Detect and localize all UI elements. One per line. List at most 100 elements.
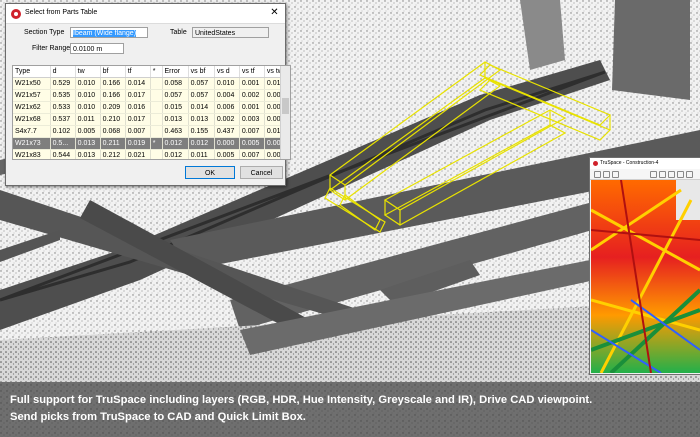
truspace-ir-view[interactable] [591,180,700,373]
close-icon[interactable]: ✕ [268,7,281,19]
cancel-button[interactable]: Cancel [240,166,283,179]
table-cell: 0.004 [214,89,240,102]
table-cell: 0.057 [162,89,189,102]
table-cell: 0.017 [125,89,151,102]
column-header[interactable]: * [150,66,163,78]
table-cell: 0.068 [100,125,126,138]
table-cell: 0.010 [214,77,240,90]
table-cell: 0.057 [188,89,215,102]
column-header[interactable]: vs tf [239,66,265,78]
table-cell: 0.535 [50,89,76,102]
table-cell: 0.001 [239,77,265,90]
table-cell: 0.012 [162,149,189,159]
table-cell: 0.463 [162,125,189,138]
table-cell [150,125,163,138]
table-cell: 0.058 [162,77,189,90]
table-cell: 0.000 [214,137,240,150]
table-label: Table [170,29,187,36]
table-cell: W21x83 [13,149,51,159]
column-header[interactable]: tf [125,66,151,78]
table-cell: 0.005 [75,125,101,138]
scrollbar-thumb[interactable] [282,98,289,114]
table-cell: W21x62 [13,101,51,114]
parts-table[interactable]: Type d tw bf tf * Error vs bf vs d vs tf vs tw W21… [12,65,291,160]
column-header[interactable]: bf [100,66,126,78]
table-cell: 0.014 [188,101,215,114]
table-scrollbar[interactable] [280,66,290,159]
filter-range-label: Filter Range [32,45,71,52]
toolbar-tool-icon[interactable] [686,171,693,178]
truspace-titlebar: TruSpace - Construction-4 [590,158,700,169]
table-cell: 0.5... [50,137,76,150]
table-cell: 0.021 [125,149,151,159]
table-cell: 0.016 [125,101,151,114]
table-row[interactable]: S4x7.7 0.102 0.005 0.068 0.007 0.463 0.155 0.43… [13,125,290,138]
toolbar-tool-icon[interactable] [603,171,610,178]
column-header[interactable]: Type [13,66,51,78]
dialog-title: Select from Parts Table [25,9,98,16]
toolbar-tool-icon[interactable] [650,171,657,178]
app-logo-icon [11,9,21,19]
table-row[interactable]: W21x68 0.537 0.011 0.210 0.017 0.013 0.013 0.00… [13,113,290,126]
ok-button[interactable]: OK [185,166,235,179]
table-cell: W21x73 [13,137,51,150]
table-cell: 0.544 [50,149,76,159]
column-header[interactable]: d [50,66,76,78]
table-row[interactable]: W21x50 0.529 0.010 0.166 0.014 0.058 0.057 0.01… [13,77,290,90]
table-cell: 0.007 [125,125,151,138]
table-cell: 0.017 [125,113,151,126]
table-cell: 0.166 [100,89,126,102]
table-cell: 0.212 [100,149,126,159]
table-cell: 0.010 [75,101,101,114]
parts-grid[interactable]: Type d tw bf tf * Error vs bf vs d vs tf vs tw W21… [13,66,290,159]
table-cell: 0.010 [75,89,101,102]
table-row[interactable]: W21x57 0.535 0.010 0.166 0.017 0.057 0.057 0.00… [13,89,290,102]
toolbar-tool-icon[interactable] [612,171,619,178]
table-cell: S4x7.7 [13,125,51,138]
table-cell: 0.210 [100,113,126,126]
truspace-title: TruSpace - Construction-4 [600,160,659,166]
table-cell: W21x50 [13,77,51,90]
table-cell: 0.019 [125,137,151,150]
filter-range-field[interactable]: 0.0100 m [70,43,124,54]
table-field[interactable]: UnitedStates [192,27,269,38]
caption-line-2: Send picks from TruSpace to CAD and Quic… [10,411,306,423]
column-header[interactable]: vs d [214,66,240,78]
table-cell: 0.102 [50,125,76,138]
toolbar-tool-icon[interactable] [659,171,666,178]
table-cell: 0.211 [100,137,126,150]
table-cell: 0.057 [188,77,215,90]
table-cell: 0.013 [162,113,189,126]
table-cell [150,101,163,114]
table-cell [150,113,163,126]
truspace-logo-icon [593,161,598,166]
table-cell: 0.001 [239,101,265,114]
dialog-titlebar: Select from Parts Table ✕ [6,4,285,24]
toolbar-tool-icon[interactable] [677,171,684,178]
table-cell: * [150,137,163,150]
section-type-field[interactable]: Ibeam (Wide flange) [70,27,148,38]
column-header[interactable]: vs bf [188,66,215,78]
column-header[interactable]: tw [75,66,101,78]
table-cell [150,77,163,90]
toolbar-tool-icon[interactable] [668,171,675,178]
table-cell: 0.006 [214,101,240,114]
column [612,0,690,100]
table-cell: 0.437 [214,125,240,138]
table-cell: 0.012 [162,137,189,150]
caption-line-1: Full support for TruSpace including laye… [10,394,593,406]
table-cell: 0.002 [214,113,240,126]
table-row[interactable]: W21x83 0.544 0.013 0.212 0.021 0.012 0.011 0.00… [13,149,290,159]
table-cell: 0.014 [125,77,151,90]
toolbar-tool-icon[interactable] [594,171,601,178]
table-row[interactable]: W21x62 0.533 0.010 0.209 0.016 0.015 0.014 0.00… [13,101,290,114]
table-cell: 0.005 [214,149,240,159]
table-cell: 0.537 [50,113,76,126]
table-cell: 0.005 [239,137,265,150]
column-header[interactable]: Error [162,66,189,78]
table-row[interactable]: W21x73 0.5... 0.013 0.211 0.019 * 0.012 0.012 0.… [13,137,290,150]
table-cell: W21x68 [13,113,51,126]
parts-table-dialog: Select from Parts Table ✕ Section Type I… [5,3,291,186]
table-cell: 0.011 [75,113,101,126]
table-cell: 0.015 [162,101,189,114]
